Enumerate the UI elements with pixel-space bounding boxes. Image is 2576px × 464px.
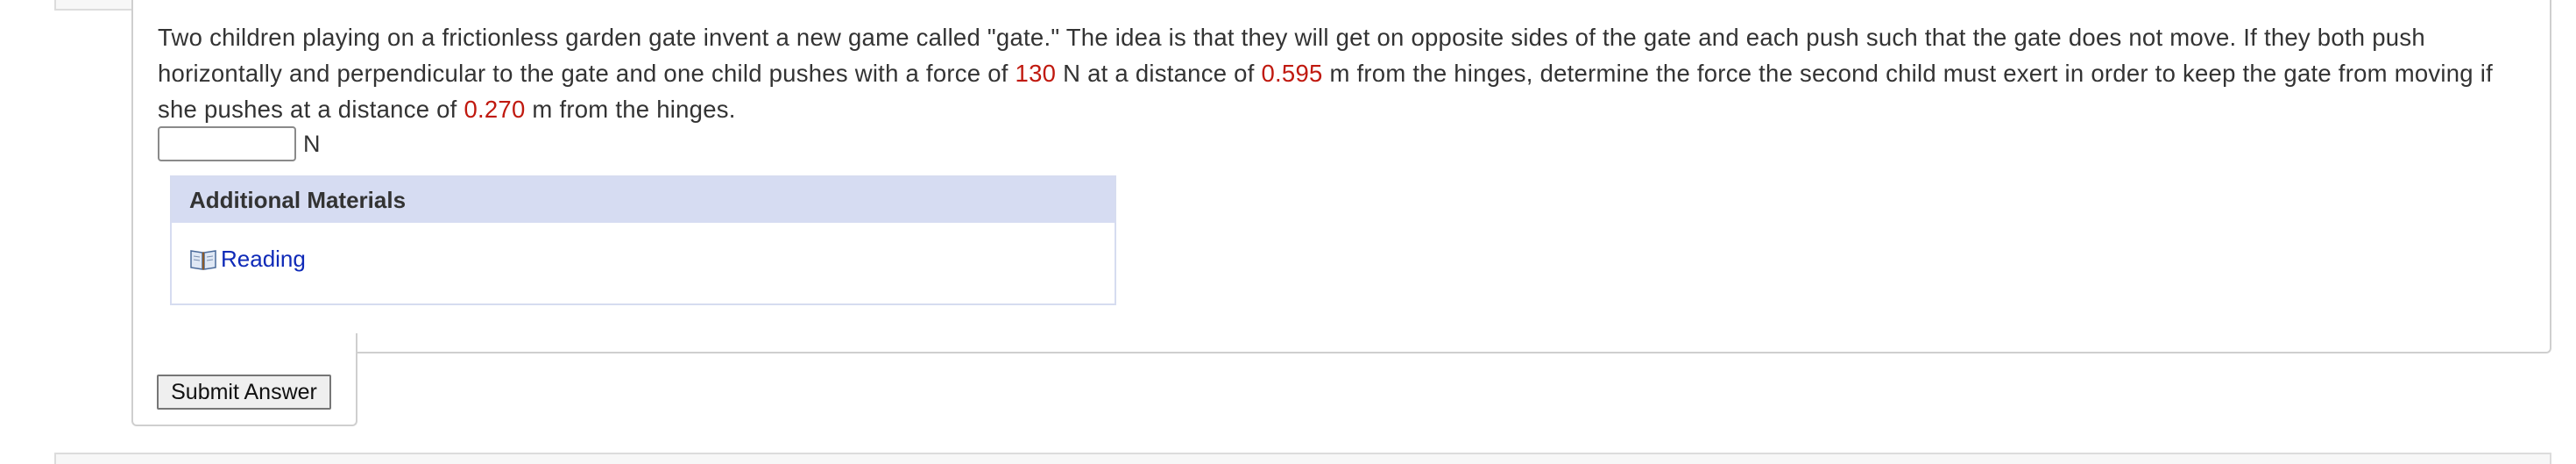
answer-unit: N bbox=[303, 130, 321, 157]
distance-value-1: 0.595 bbox=[1261, 60, 1323, 87]
materials-list: Reading bbox=[172, 223, 1115, 273]
additional-materials-header: Additional Materials bbox=[172, 177, 1115, 223]
book-icon bbox=[190, 249, 216, 270]
answer-row: N bbox=[158, 125, 321, 163]
distance-value-2: 0.270 bbox=[464, 96, 526, 123]
answer-input[interactable] bbox=[158, 126, 296, 161]
reading-link[interactable]: Reading bbox=[221, 246, 306, 273]
question-text: Two children playing on a frictionless g… bbox=[158, 24, 2493, 123]
next-question-panel bbox=[54, 453, 2551, 464]
additional-materials-panel: Additional Materials Reading bbox=[170, 175, 1116, 305]
submit-answer-button[interactable]: Submit Answer bbox=[157, 375, 331, 410]
page: Two children playing on a frictionless g… bbox=[0, 0, 2576, 464]
force-value: 130 bbox=[1015, 60, 1057, 87]
